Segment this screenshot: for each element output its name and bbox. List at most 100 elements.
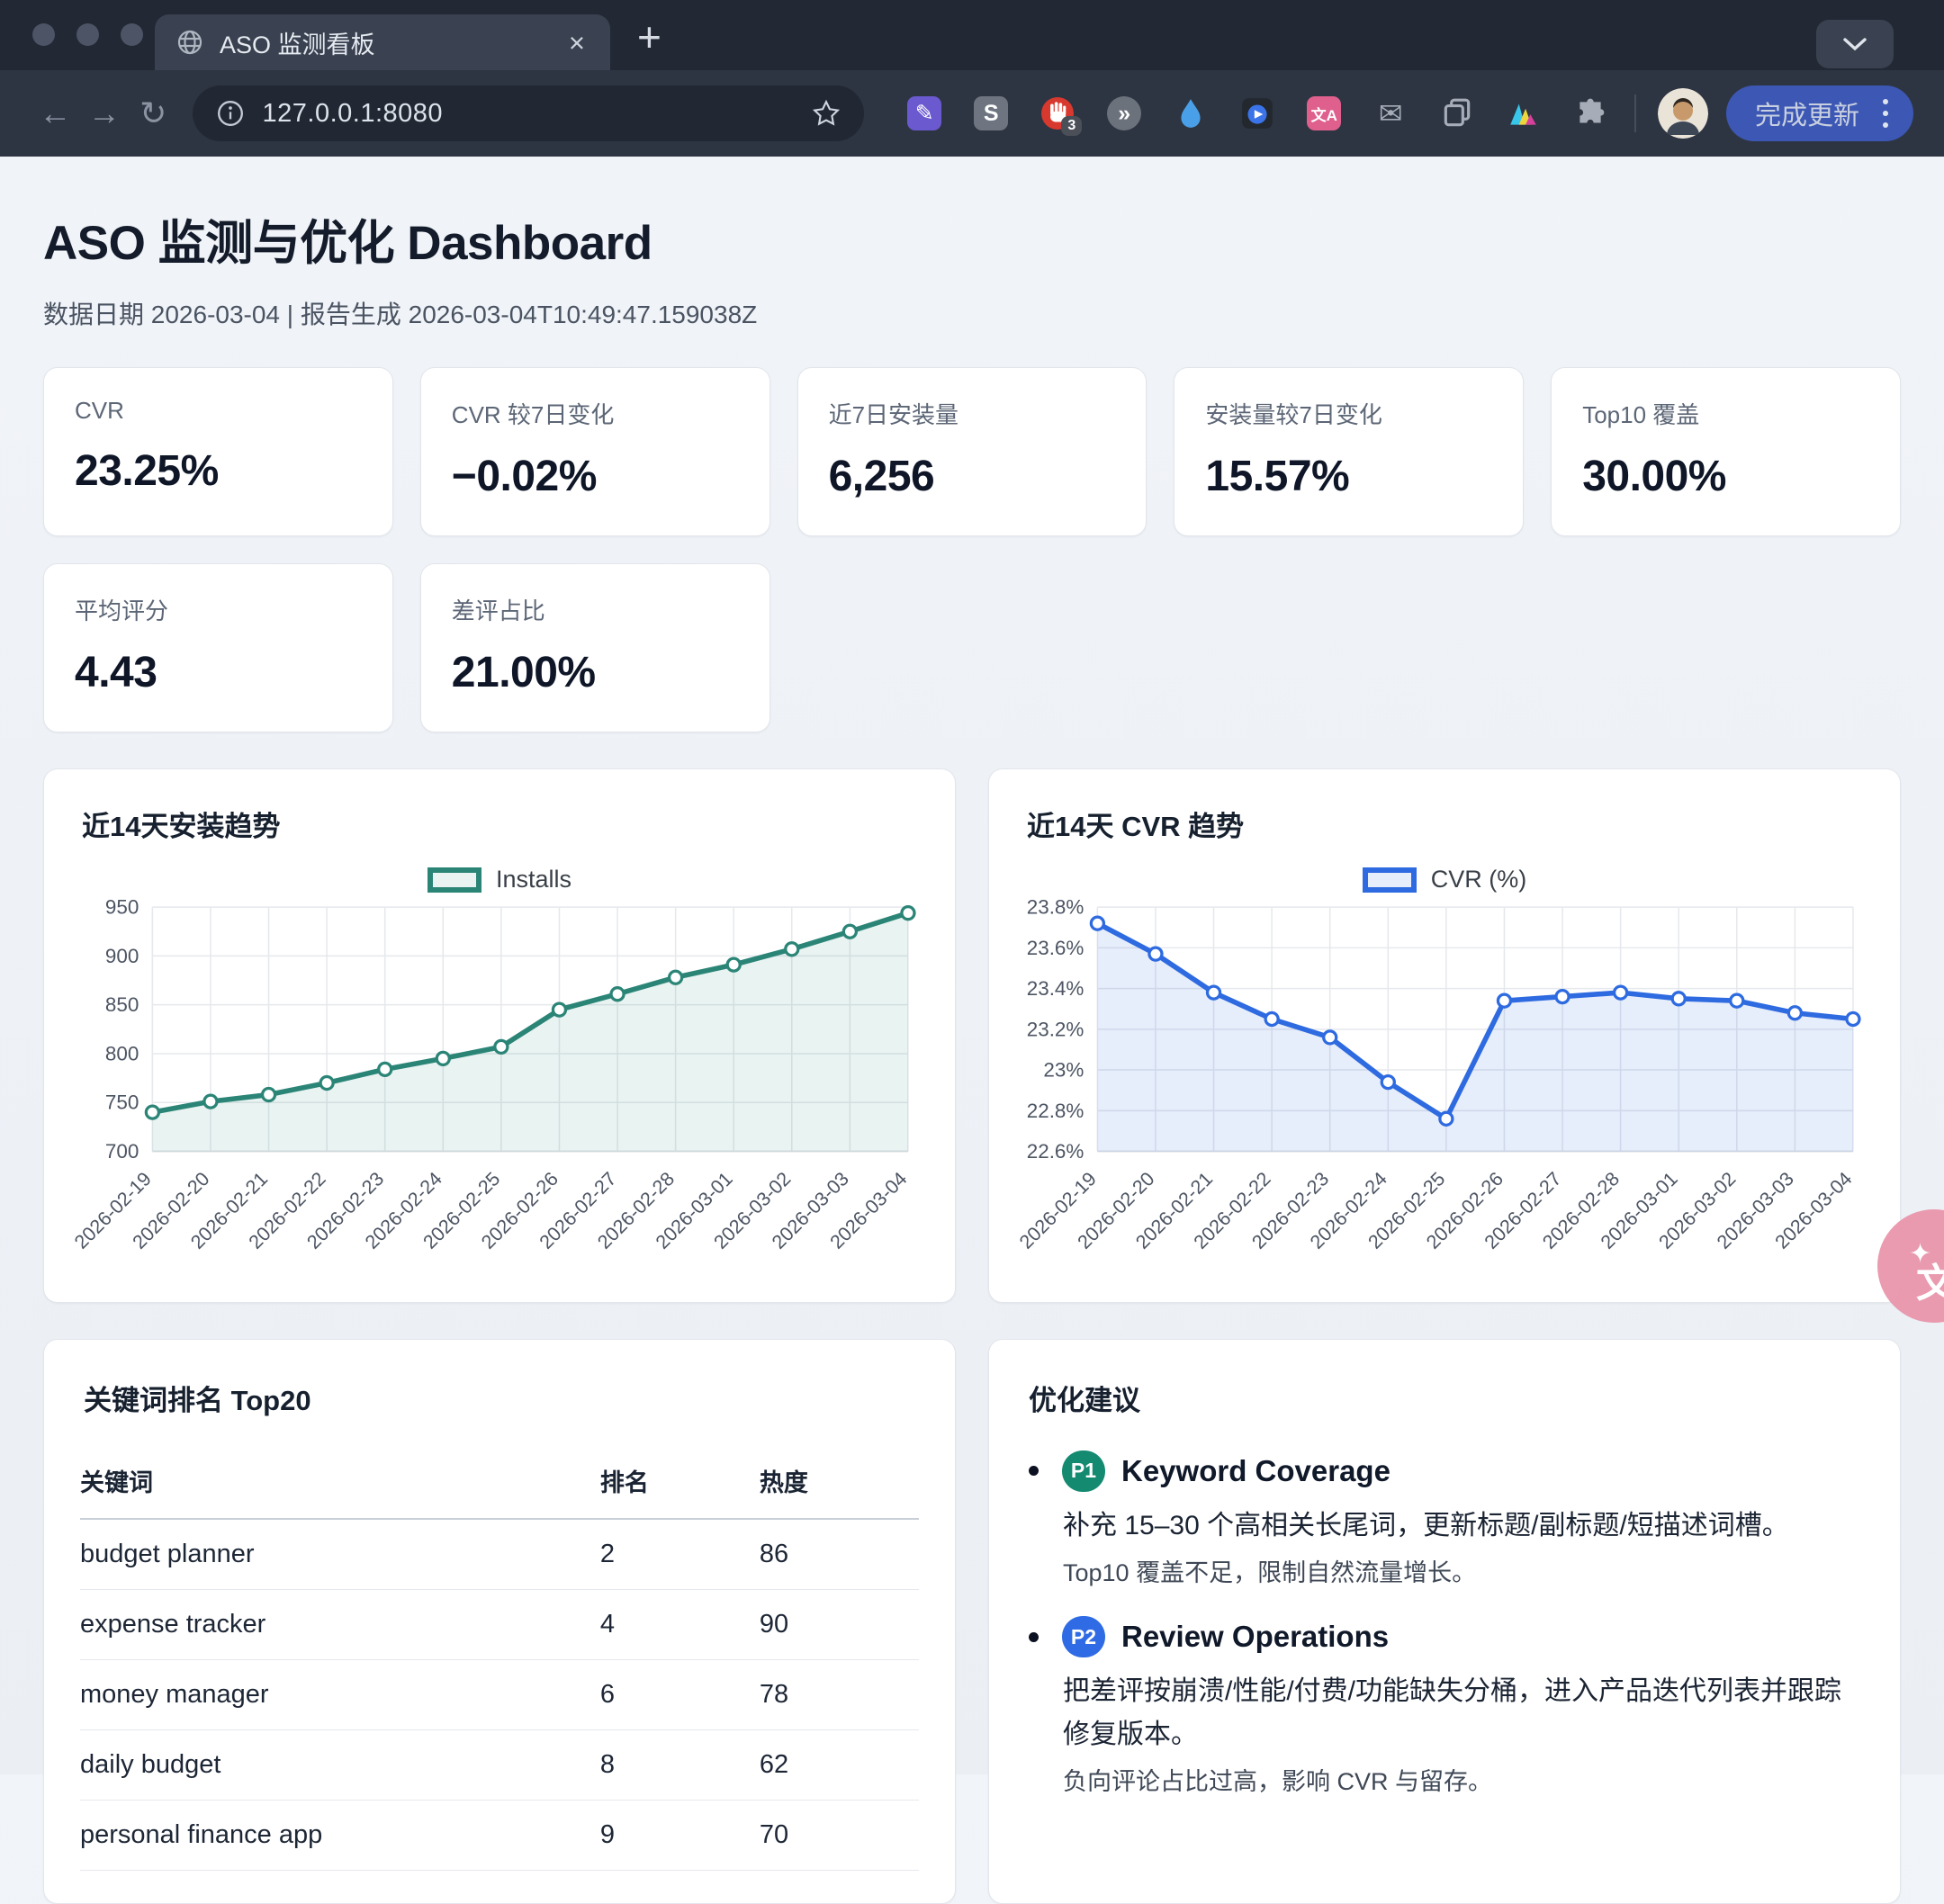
svg-text:23%: 23% (1043, 1059, 1084, 1082)
tab-close-icon[interactable]: × (565, 29, 589, 57)
keyword-table-card: 关键词排名 Top20 关键词 排名 热度 budget planner 2 8… (43, 1339, 956, 1904)
suggestion-note: Top10 覆盖不足，限制自然流量增长。 (1063, 1555, 1864, 1592)
kpi-value: 15.57% (1205, 452, 1492, 501)
mail-extension-icon[interactable]: ✉ (1373, 96, 1408, 130)
reload-button[interactable]: ↻ (129, 97, 178, 130)
kpi-label: 近7日安装量 (829, 397, 1116, 430)
keyword-cell: personal finance app (80, 1800, 600, 1870)
svg-text:23.6%: 23.6% (1027, 937, 1084, 959)
installs-chart-title: 近14天安装趋势 (82, 804, 921, 844)
svg-text:23.8%: 23.8% (1027, 896, 1084, 919)
heat-cell: 86 (760, 1519, 919, 1590)
svg-text:文A: 文A (1916, 1262, 1944, 1306)
extensions-row: ✎ S3 » 文A ✉ (907, 96, 1607, 130)
kpi-label: CVR (75, 397, 362, 425)
tab-title: ASO 监测看板 (220, 25, 549, 60)
kpi-card: CVR 较7日变化 −0.02% (420, 367, 770, 536)
svg-text:23.2%: 23.2% (1027, 1018, 1084, 1040)
cvr-chart-card: 近14天 CVR 趋势 CVR (%) 22.6%22.8%23%23.2%23… (988, 768, 1901, 1303)
rank-cell: 8 (600, 1729, 760, 1800)
heat-cell: 70 (760, 1800, 919, 1870)
adblock-hand-extension-icon[interactable]: 3 (1040, 96, 1075, 130)
extension-badge: 3 (1061, 116, 1082, 136)
suggestion-title: Keyword Coverage (1121, 1454, 1390, 1488)
minimize-window-button[interactable] (76, 23, 99, 46)
color-shapes-extension-icon[interactable] (1507, 96, 1541, 130)
kpi-card: 近7日安装量 6,256 (797, 367, 1148, 536)
translate-extension-icon[interactable]: 文A (1307, 96, 1341, 130)
bookmark-star-icon[interactable] (812, 99, 841, 128)
browser-menu-dots-icon[interactable] (1883, 99, 1888, 128)
suggestion-note: 负向评论占比过高，影响 CVR 与留存。 (1063, 1764, 1864, 1801)
fast-forward-extension-icon[interactable]: » (1107, 96, 1141, 130)
kpi-label: CVR 较7日变化 (452, 397, 739, 430)
kpi-label: 差评占比 (452, 593, 739, 626)
site-info-icon[interactable] (216, 99, 245, 128)
s-extension-icon[interactable]: S (974, 96, 1008, 130)
svg-text:23.4%: 23.4% (1027, 977, 1084, 1000)
heat-cell: 78 (760, 1659, 919, 1729)
kpi-value: −0.02% (452, 452, 739, 501)
page-title: ASO 监测与优化 Dashboard (43, 205, 1901, 274)
close-window-button[interactable] (32, 23, 55, 46)
screen: { "browser": { "tab_title": "ASO 监测看板", … (0, 0, 1944, 1774)
priority-badge: P1 (1062, 1450, 1105, 1492)
bottom-grid: 关键词排名 Top20 关键词 排名 热度 budget planner 2 8… (43, 1339, 1901, 1904)
browser-tab[interactable]: ASO 监测看板 × (155, 14, 610, 70)
suggestion-item: P2 Review Operations 把差评按崩溃/性能/付费/功能缺失分桶… (1029, 1616, 1864, 1801)
svg-text:22.8%: 22.8% (1027, 1100, 1084, 1122)
suggestions-card: 优化建议 P1 Keyword Coverage 补充 15–30 个高相关长尾… (988, 1339, 1901, 1904)
keyword-table-body: budget planner 2 86 expense tracker 4 90… (80, 1519, 919, 1871)
heat-cell: 90 (760, 1589, 919, 1659)
browser-toolbar: ← → ↻ 127.0.0.1:8080 ✎S3»文A✉ (0, 70, 1944, 157)
toolbar-separator (1634, 94, 1636, 132)
avatar-face-icon (1658, 88, 1708, 139)
cvr-legend-swatch-icon (1363, 867, 1417, 893)
back-button[interactable]: ← (31, 97, 80, 130)
copy-extension-icon[interactable] (1440, 96, 1474, 130)
suggestion-action: 补充 15–30 个高相关长尾词，更新标题/副标题/短描述词槽。 (1063, 1504, 1864, 1548)
keyword-cell: money manager (80, 1659, 600, 1729)
svg-text:22.6%: 22.6% (1027, 1140, 1084, 1163)
tab-search-chevron-button[interactable] (1816, 20, 1894, 68)
svg-text:850: 850 (105, 993, 139, 1016)
finish-update-button[interactable]: 完成更新 (1726, 85, 1913, 141)
forward-button[interactable]: → (80, 97, 130, 130)
map-pin-extension-icon[interactable] (1174, 96, 1208, 130)
chevron-down-icon (1841, 36, 1868, 52)
col-header-keyword: 关键词 (80, 1445, 600, 1519)
new-tab-button[interactable]: + (637, 16, 662, 58)
translate-sparkle-icon: ✦ 文A (1889, 1221, 1944, 1311)
url-bar[interactable]: 127.0.0.1:8080 (193, 85, 865, 141)
suggestion-head: P2 Review Operations (1029, 1616, 1864, 1657)
table-row: personal finance app 9 70 (80, 1800, 919, 1870)
notes-extension-icon[interactable]: ✎ (907, 96, 941, 130)
heat-cell: 62 (760, 1729, 919, 1800)
svg-text:900: 900 (105, 945, 139, 967)
kpi-card: Top10 覆盖 30.00% (1551, 367, 1901, 536)
tab-strip: ASO 监测看板 × + (0, 0, 1944, 70)
browser-chrome: ASO 监测看板 × + ← → ↻ 127.0.0.1:8080 ✎S3»文A… (0, 0, 1944, 157)
zoom-window-button[interactable] (121, 23, 143, 46)
table-row: budget planner 2 86 (80, 1519, 919, 1590)
col-header-rank: 排名 (600, 1445, 760, 1519)
svg-text:700: 700 (105, 1140, 139, 1163)
video-play-extension-icon[interactable] (1240, 96, 1274, 130)
svg-text:800: 800 (105, 1042, 139, 1064)
kpi-card: 平均评分 4.43 (43, 563, 393, 732)
puzzle-extension-icon[interactable] (1573, 96, 1607, 130)
window-controls[interactable] (32, 23, 143, 46)
page-meta: 数据日期 2026-03-04 | 报告生成 2026-03-04T10:49:… (43, 295, 1901, 331)
kpi-value: 21.00% (452, 648, 739, 697)
profile-avatar[interactable] (1658, 88, 1708, 139)
table-row: daily budget 8 62 (80, 1729, 919, 1800)
keyword-table-header-row: 关键词 排名 热度 (80, 1445, 919, 1519)
url-text[interactable]: 127.0.0.1:8080 (263, 99, 795, 129)
cvr-chart: 22.6%22.8%23%23.2%23.4%23.6%23.8%2026-02… (1023, 895, 1866, 1293)
bullet-icon (1029, 1632, 1039, 1642)
kpi-label: Top10 覆盖 (1582, 397, 1869, 430)
rank-cell: 9 (600, 1800, 760, 1870)
kpi-card: 安装量较7日变化 15.57% (1174, 367, 1524, 536)
installs-chart-legend: Installs (78, 866, 921, 894)
kpi-grid: CVR 23.25% CVR 较7日变化 −0.02% 近7日安装量 6,256… (43, 367, 1901, 732)
